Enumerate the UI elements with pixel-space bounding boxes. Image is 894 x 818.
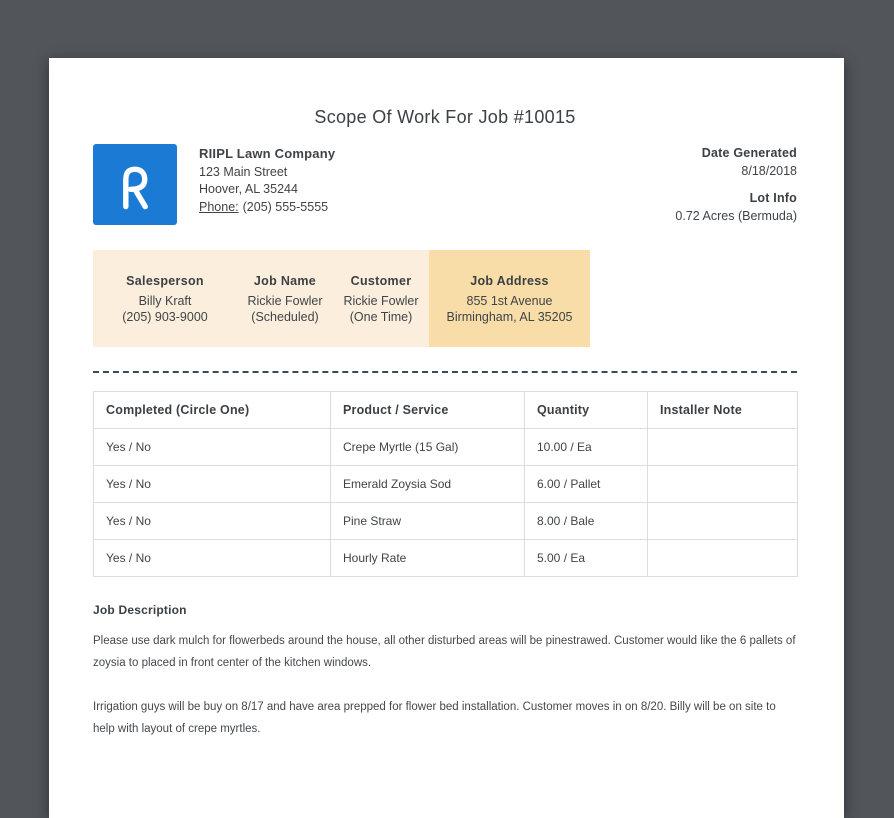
dashed-divider [93, 371, 797, 373]
cell-product: Emerald Zoysia Sod [330, 465, 525, 503]
work-items-table: Completed (Circle One) Product / Service… [93, 391, 798, 577]
document-page: Scope Of Work For Job #10015 RIIPL Lawn … [49, 58, 844, 818]
company-phone: Phone: (205) 555-5555 [199, 199, 335, 217]
table-header-row: Completed (Circle One) Product / Service… [93, 391, 798, 429]
cell-completed: Yes / No [93, 465, 331, 503]
lot-info-value: 0.72 Acres (Bermuda) [675, 208, 797, 223]
company-info: RIIPL Lawn Company 123 Main Street Hoove… [199, 144, 335, 216]
job-name-status: (Scheduled) [251, 309, 319, 324]
table-row: Yes / No Pine Straw 8.00 / Bale [93, 502, 798, 540]
document-header: RIIPL Lawn Company 123 Main Street Hoove… [93, 144, 797, 225]
job-name-value: Rickie Fowler [247, 293, 323, 308]
col-header-completed: Completed (Circle One) [93, 391, 331, 429]
salesperson-phone: (205) 903-9000 [122, 309, 208, 324]
summary-customer: Customer Rickie Fowler (One Time) [333, 250, 429, 347]
cell-product: Pine Straw [330, 502, 525, 540]
document-meta: Date Generated 8/18/2018 Lot Info 0.72 A… [675, 144, 797, 225]
cell-completed: Yes / No [93, 428, 331, 466]
company-address-line2: Hoover, AL 35244 [199, 182, 298, 196]
letter-r-icon [123, 166, 148, 209]
cell-product: Hourly Rate [330, 539, 525, 577]
job-address-line1: 855 1st Avenue [466, 293, 553, 308]
cell-quantity: 8.00 / Bale [524, 502, 648, 540]
page-title: Scope Of Work For Job #10015 [314, 107, 576, 127]
cell-quantity: 5.00 / Ea [524, 539, 648, 577]
job-name-label: Job Name [253, 273, 317, 288]
job-description-paragraph: Irrigation guys will be buy on 8/17 and … [93, 701, 776, 735]
salesperson-name: Billy Kraft [138, 293, 192, 308]
job-description-heading: Job Description [93, 603, 187, 617]
date-generated-label: Date Generated [701, 146, 797, 160]
col-header-quantity: Quantity [524, 391, 648, 429]
phone-label: Phone: [199, 199, 239, 214]
col-header-installer-note: Installer Note [647, 391, 798, 429]
cell-product: Crepe Myrtle (15 Gal) [330, 428, 525, 466]
job-description-paragraph: Please use dark mulch for flowerbeds aro… [93, 635, 796, 669]
cell-installer-note [647, 465, 798, 503]
cell-quantity: 6.00 / Pallet [524, 465, 648, 503]
cell-installer-note [647, 428, 798, 466]
job-summary-strip: Salesperson Billy Kraft (205) 903-9000 J… [93, 250, 797, 347]
date-generated-value: 8/18/2018 [741, 163, 797, 178]
summary-salesperson: Salesperson Billy Kraft (205) 903-9000 [93, 250, 237, 347]
salesperson-label: Salesperson [126, 273, 204, 288]
summary-job-address: Job Address 855 1st Avenue Birmingham, A… [429, 250, 590, 347]
cell-installer-note [647, 539, 798, 577]
table-row: Yes / No Crepe Myrtle (15 Gal) 10.00 / E… [93, 428, 798, 466]
cell-completed: Yes / No [93, 502, 331, 540]
job-address-line2: Birmingham, AL 35205 [446, 309, 573, 324]
company-logo [93, 144, 177, 225]
customer-label: Customer [350, 273, 412, 288]
customer-name: Rickie Fowler [343, 293, 419, 308]
cell-quantity: 10.00 / Ea [524, 428, 648, 466]
company-name: RIIPL Lawn Company [199, 146, 336, 161]
col-header-product-service: Product / Service [330, 391, 525, 429]
cell-completed: Yes / No [93, 539, 331, 577]
table-row: Yes / No Emerald Zoysia Sod 6.00 / Palle… [93, 465, 798, 503]
job-address-label: Job Address [470, 273, 549, 288]
cell-installer-note [647, 502, 798, 540]
company-address-line1: 123 Main Street [199, 164, 288, 179]
phone-number: (205) 555-5555 [242, 199, 329, 214]
table-row: Yes / No Hourly Rate 5.00 / Ea [93, 539, 798, 577]
customer-type: (One Time) [349, 309, 413, 324]
summary-job-name: Job Name Rickie Fowler (Scheduled) [237, 250, 333, 347]
lot-info-label: Lot Info [749, 191, 797, 205]
